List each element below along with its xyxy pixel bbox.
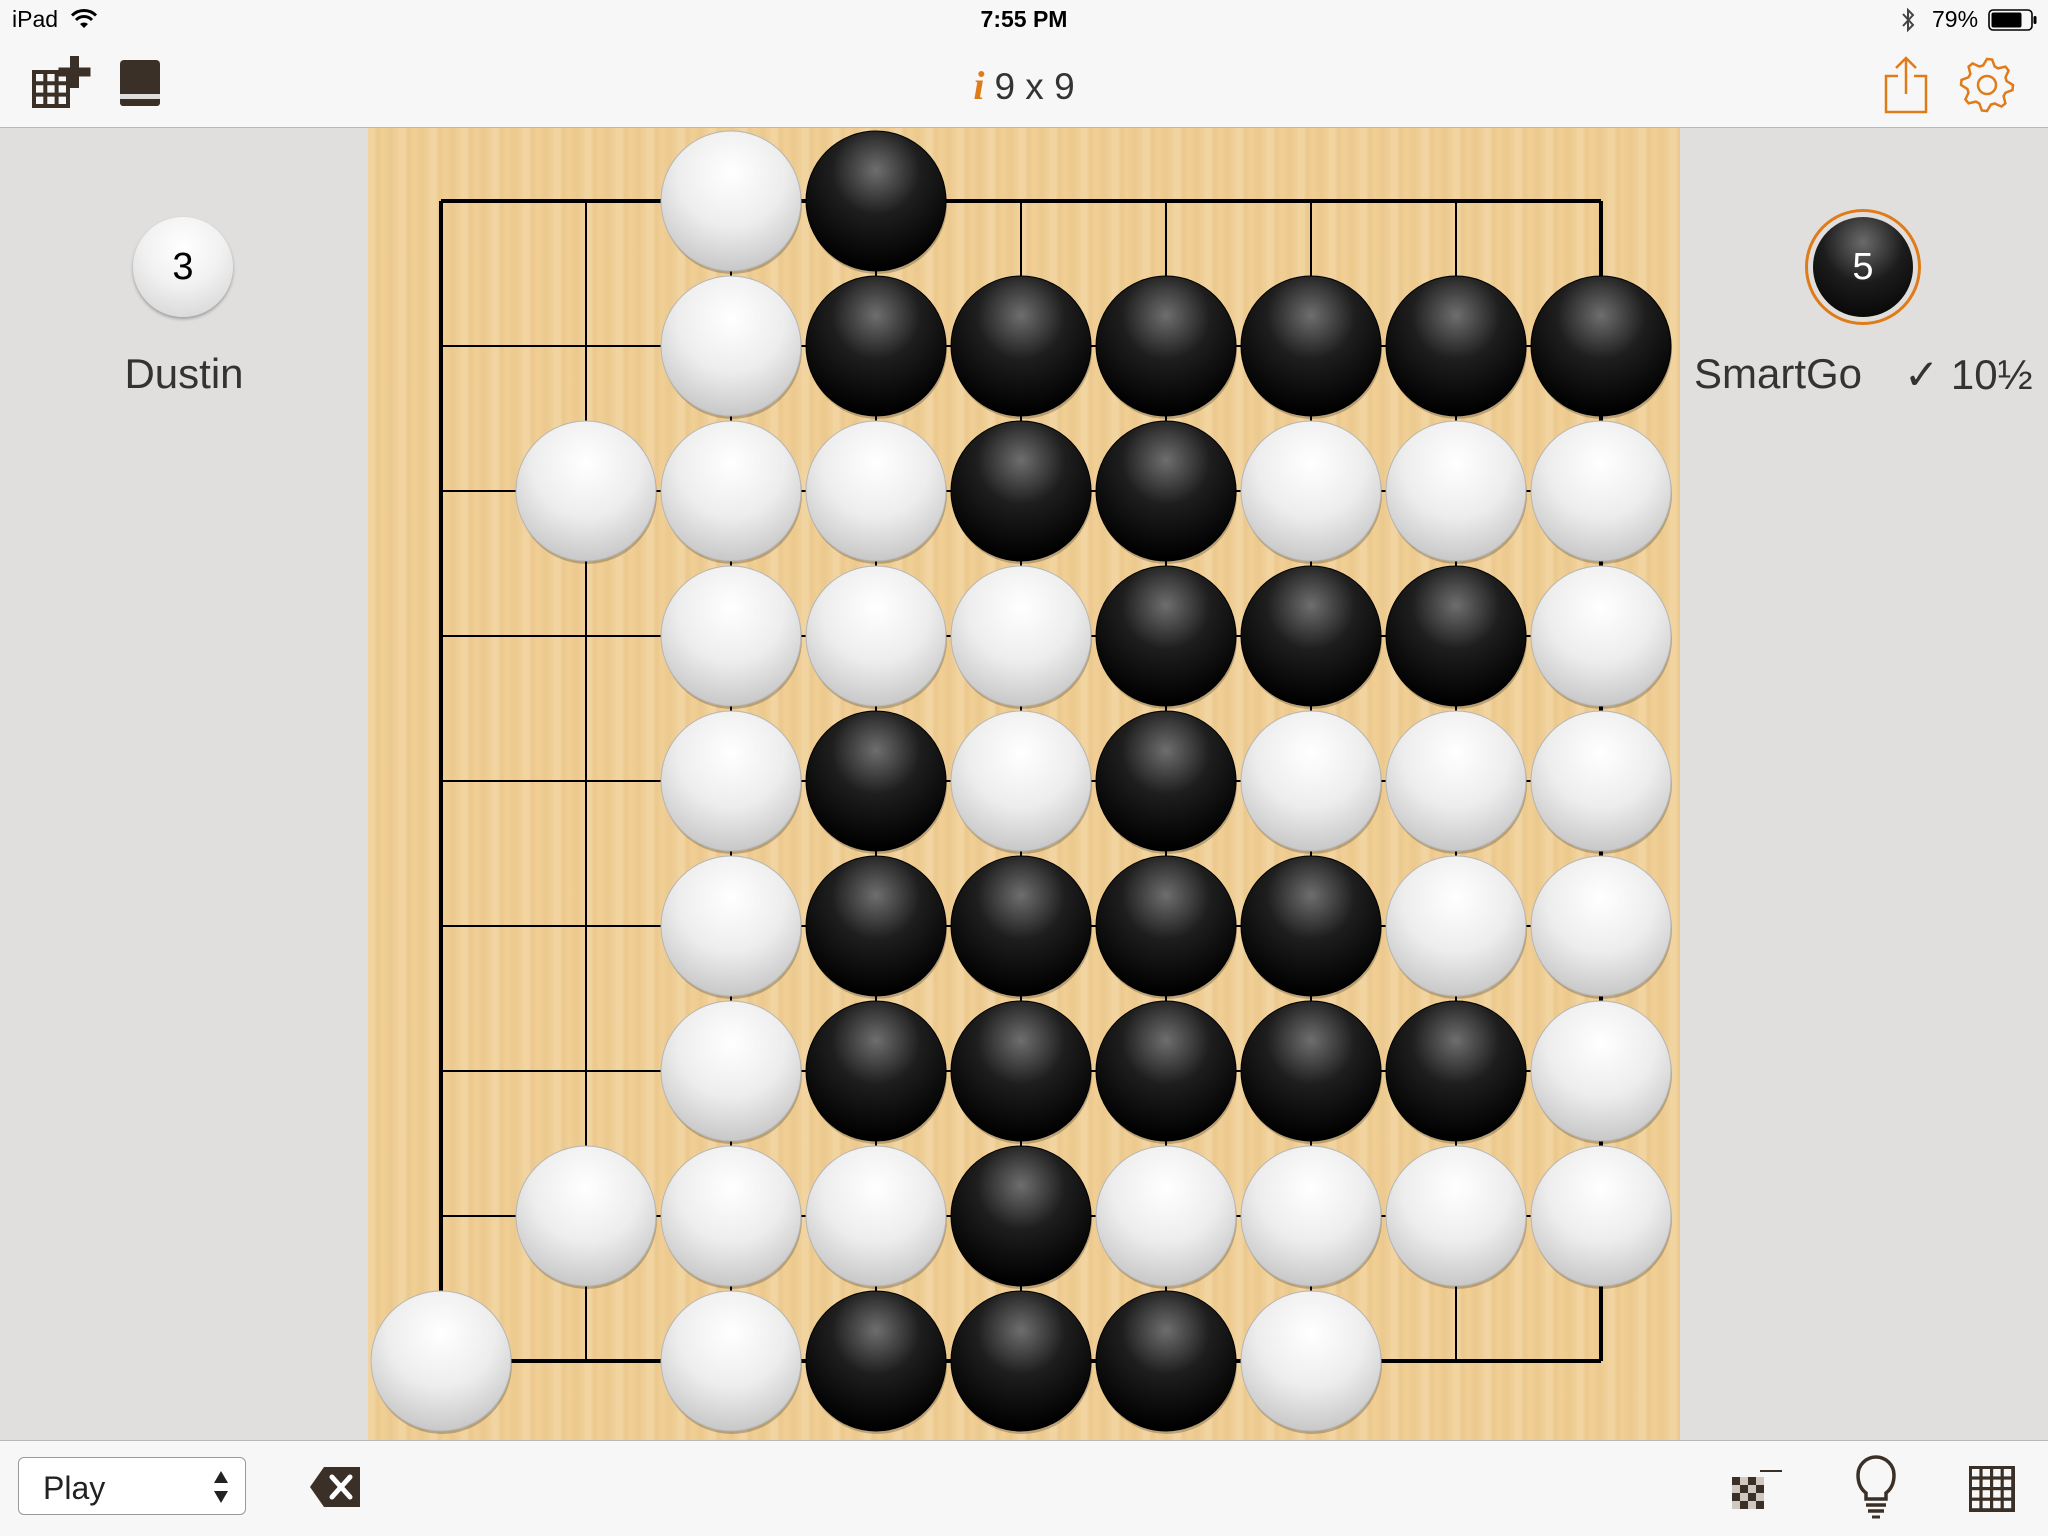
black-stone: [1095, 275, 1237, 419]
white-stone: [805, 565, 947, 709]
white-stone: [1240, 710, 1382, 854]
result-label: ✓ 10½: [1904, 351, 2033, 398]
share-icon[interactable]: [1880, 54, 1932, 116]
select-arrows-icon: [214, 1471, 228, 1503]
black-stone: [950, 1000, 1092, 1144]
black-stone: [950, 1145, 1092, 1289]
black-stone: [1530, 275, 1672, 419]
score-icon[interactable]: [1730, 1467, 1784, 1511]
white-stone: [1530, 420, 1672, 564]
delete-icon[interactable]: [308, 1465, 362, 1509]
game-title: i9 x 9: [0, 62, 2048, 109]
white-stone: [1385, 710, 1527, 854]
white-stone: [1385, 855, 1527, 999]
white-stone: [1530, 710, 1672, 854]
black-stone: [1095, 565, 1237, 709]
white-stone: [805, 1145, 947, 1289]
board-stones: [370, 130, 1672, 1434]
white-stone: [950, 565, 1092, 709]
black-stone: [1095, 855, 1237, 999]
bluetooth-icon: [1902, 7, 1915, 33]
info-icon[interactable]: i: [973, 63, 984, 108]
nav-bar: i9 x 9: [0, 40, 2048, 128]
white-stone: [660, 710, 802, 854]
white-stone: [515, 420, 657, 564]
black-stone: [1385, 565, 1527, 709]
black-stone: [1240, 275, 1382, 419]
white-stone: [660, 275, 802, 419]
black-stone: [1095, 420, 1237, 564]
white-stone: [660, 1145, 802, 1289]
black-stone: [1385, 275, 1527, 419]
status-bar: iPad 7:55 PM 79%: [0, 0, 2048, 40]
black-stone: [1240, 1000, 1382, 1144]
battery-icon: [1988, 9, 2037, 31]
black-stone: [805, 130, 947, 274]
white-stone: [1385, 420, 1527, 564]
black-stone: [950, 275, 1092, 419]
white-stone: [660, 1290, 802, 1434]
black-stone: [805, 1290, 947, 1434]
battery-percent: 79%: [1932, 6, 1979, 32]
white-stone: [660, 855, 802, 999]
white-stone: [1240, 1145, 1382, 1289]
board-size-label: 9 x 9: [994, 66, 1075, 107]
black-stone: [1095, 710, 1237, 854]
left-player-name: Dustin: [124, 350, 244, 397]
white-stone: [1530, 565, 1672, 709]
black-stone: [805, 1000, 947, 1144]
right-player-name: SmartGo: [1694, 350, 1863, 397]
black-stone: [805, 275, 947, 419]
board-grid-icon[interactable]: [1968, 1465, 2016, 1513]
go-board[interactable]: [368, 128, 1680, 1440]
white-captures-stone: 3: [133, 217, 233, 317]
white-stone: [950, 710, 1092, 854]
white-stone: [1385, 1145, 1527, 1289]
black-stone: [950, 420, 1092, 564]
white-stone: [1240, 1290, 1382, 1434]
black-stone: [1095, 1000, 1237, 1144]
black-stone: [1095, 1290, 1237, 1434]
black-stone: [950, 855, 1092, 999]
white-stone: [1530, 855, 1672, 999]
white-stone: [660, 420, 802, 564]
black-stone: [805, 855, 947, 999]
mode-select[interactable]: Play: [18, 1457, 246, 1515]
white-stone: [1530, 1000, 1672, 1144]
white-stone: [370, 1290, 512, 1434]
gear-icon[interactable]: [1956, 54, 2018, 116]
white-stone: [1530, 1145, 1672, 1289]
mode-select-value: Play: [43, 1470, 106, 1506]
left-player-panel: 3 Dustin: [0, 128, 368, 1536]
white-stone: [1240, 420, 1382, 564]
white-stone: [660, 565, 802, 709]
black-stone: [1240, 565, 1382, 709]
bottom-toolbar: Play: [0, 1440, 2048, 1536]
black-stone: [950, 1290, 1092, 1434]
white-stone: [660, 130, 802, 274]
black-stone: [1385, 1000, 1527, 1144]
white-stone: [1095, 1145, 1237, 1289]
right-player-panel: 5 SmartGo ✓ 10½: [1680, 128, 2048, 1440]
lightbulb-icon[interactable]: [1854, 1455, 1898, 1519]
white-stone: [805, 420, 947, 564]
black-stone: [1240, 855, 1382, 999]
white-stone: [515, 1145, 657, 1289]
black-captures-stone: 5: [1813, 217, 1913, 317]
white-stone: [660, 1000, 802, 1144]
black-stone: [805, 710, 947, 854]
status-time: 7:55 PM: [980, 6, 1068, 32]
